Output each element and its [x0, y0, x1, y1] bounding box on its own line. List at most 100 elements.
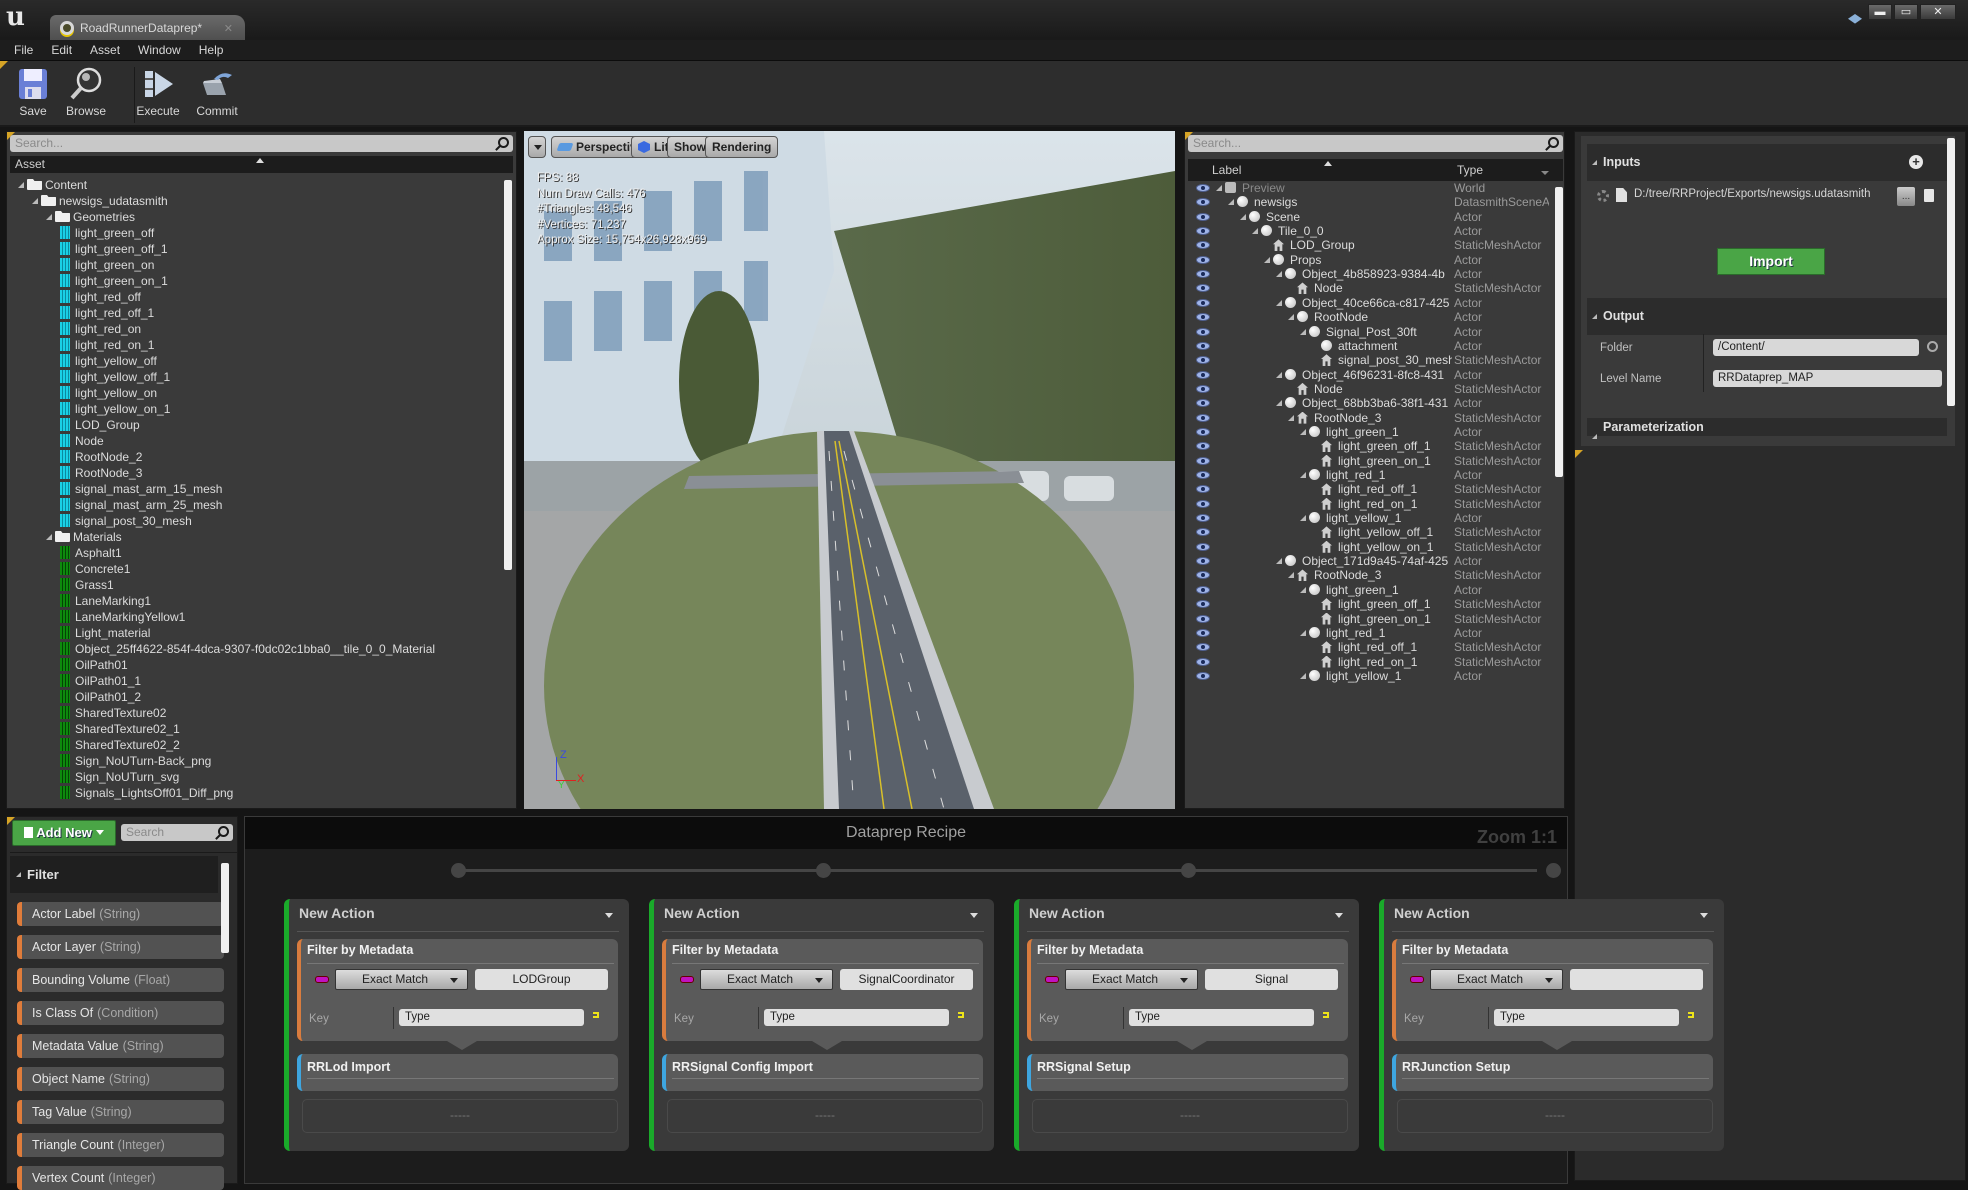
filter-library-item[interactable]: Actor Layer (String)	[17, 935, 224, 959]
match-value-input[interactable]: LODGroup	[475, 969, 608, 990]
asset-item[interactable]: Node	[60, 433, 104, 449]
output-section-header[interactable]: Output	[1587, 298, 1947, 335]
visibility-eye-icon[interactable]	[1196, 270, 1210, 279]
asset-item[interactable]: light_green_off_1	[60, 241, 168, 257]
expand-arrow-icon[interactable]	[1288, 314, 1294, 321]
outliner-row[interactable]: Object_4b858923-9384-4b Actor	[1188, 267, 1553, 281]
folder-item[interactable]: Content	[18, 177, 87, 193]
browse-file-button[interactable]: ...	[1897, 187, 1915, 206]
visibility-eye-icon[interactable]	[1196, 671, 1210, 680]
outliner-row[interactable]: light_red_1 Actor	[1188, 626, 1553, 640]
filter-library-item[interactable]: Metadata Value (String)	[17, 1034, 224, 1058]
outliner-row[interactable]: RootNode_3 StaticMeshActor	[1188, 411, 1553, 425]
visibility-eye-icon[interactable]	[1196, 628, 1210, 637]
visibility-eye-icon[interactable]	[1196, 657, 1210, 666]
visibility-eye-icon[interactable]	[1196, 399, 1210, 408]
expand-arrow-icon[interactable]	[1300, 672, 1306, 679]
visibility-eye-icon[interactable]	[1196, 198, 1210, 207]
import-button[interactable]: Import	[1717, 248, 1825, 275]
menu-help[interactable]: Help	[199, 43, 224, 57]
label-column[interactable]: Label	[1212, 159, 1241, 181]
outliner-row[interactable]: light_yellow_1 Actor	[1188, 669, 1553, 683]
visibility-eye-icon[interactable]	[1196, 370, 1210, 379]
match-value-input[interactable]	[1570, 969, 1703, 990]
menu-file[interactable]: File	[14, 43, 33, 57]
outliner-row[interactable]: Node StaticMeshActor	[1188, 281, 1553, 295]
column-options-icon[interactable]	[1541, 171, 1549, 175]
outliner-row[interactable]: RootNode Actor	[1188, 310, 1553, 324]
outliner-row[interactable]: light_red_on_1 StaticMeshActor	[1188, 655, 1553, 669]
asset-item[interactable]: SharedTexture02_2	[60, 737, 180, 753]
asset-item[interactable]: light_green_off	[60, 225, 154, 241]
outliner-scrollbar[interactable]	[1555, 187, 1563, 477]
drop-zone[interactable]: -----	[667, 1099, 983, 1133]
dataprep-recipe-graph[interactable]: Dataprep Recipe Zoom 1:1 New Action Filte…	[244, 816, 1724, 1184]
visibility-eye-icon[interactable]	[1196, 356, 1210, 365]
expand-arrow-icon[interactable]	[1300, 629, 1306, 636]
timeline-node[interactable]	[816, 863, 831, 878]
outliner-row[interactable]: Object_68bb3ba6-38f1-431 Actor	[1188, 396, 1553, 410]
save-button[interactable]: Save	[6, 67, 60, 118]
operation-block[interactable]: RRLod Import	[297, 1054, 618, 1091]
expand-arrow-icon[interactable]	[1240, 213, 1246, 220]
visibility-eye-icon[interactable]	[1196, 384, 1210, 393]
visibility-eye-icon[interactable]	[1196, 284, 1210, 293]
asset-item[interactable]: RootNode_3	[60, 465, 142, 481]
asset-item[interactable]: SharedTexture02_1	[60, 721, 180, 737]
match-type-dropdown[interactable]: Exact Match	[1065, 969, 1198, 990]
visibility-eye-icon[interactable]	[1196, 528, 1210, 537]
expand-arrow-icon[interactable]	[1228, 199, 1234, 206]
maximize-button[interactable]: ▭	[1894, 4, 1918, 20]
asset-item[interactable]: light_yellow_on	[60, 385, 157, 401]
outliner-row[interactable]: RootNode_3 StaticMeshActor	[1188, 568, 1553, 582]
drop-zone[interactable]: -----	[302, 1099, 618, 1133]
asset-item[interactable]: OilPath01	[60, 657, 128, 673]
asset-item[interactable]: light_red_off	[60, 289, 141, 305]
visibility-eye-icon[interactable]	[1196, 442, 1210, 451]
menu-asset[interactable]: Asset	[90, 43, 120, 57]
filter-library-item[interactable]: Tag Value (String)	[17, 1100, 224, 1124]
assets-search-input[interactable]: Search...	[10, 135, 513, 152]
outliner-row[interactable]: Scene Actor	[1188, 210, 1553, 224]
menu-edit[interactable]: Edit	[51, 43, 72, 57]
visibility-eye-icon[interactable]	[1196, 341, 1210, 350]
folder-item[interactable]: Geometries	[46, 209, 135, 225]
expand-arrow-icon[interactable]	[1300, 515, 1306, 522]
outliner-row[interactable]: light_green_off_1 StaticMeshActor	[1188, 597, 1553, 611]
expand-arrow-icon[interactable]	[1288, 572, 1294, 579]
execute-button[interactable]: Execute	[131, 67, 185, 118]
type-column[interactable]: Type	[1457, 159, 1483, 181]
filter-category-header[interactable]: Filter	[10, 856, 218, 893]
outliner-row[interactable]: Object_46f96231-8fc8-431 Actor	[1188, 368, 1553, 382]
menu-window[interactable]: Window	[138, 43, 181, 57]
level-name-input[interactable]: RRDataprep_MAP	[1713, 370, 1942, 387]
expand-arrow-icon[interactable]	[1300, 586, 1306, 593]
visibility-eye-icon[interactable]	[1196, 227, 1210, 236]
key-input[interactable]: Type	[764, 1009, 949, 1026]
asset-item[interactable]: Sign_NoUTurn_svg	[60, 769, 179, 785]
visibility-eye-icon[interactable]	[1196, 643, 1210, 652]
outliner-row[interactable]: light_green_on_1 StaticMeshActor	[1188, 454, 1553, 468]
outliner-row[interactable]: light_yellow_off_1 StaticMeshActor	[1188, 525, 1553, 539]
visibility-eye-icon[interactable]	[1196, 571, 1210, 580]
folder-item[interactable]: newsigs_udatasmith	[32, 193, 168, 209]
commit-button[interactable]: Commit	[190, 67, 244, 118]
visibility-eye-icon[interactable]	[1196, 298, 1210, 307]
outliner-row[interactable]: light_green_off_1 StaticMeshActor	[1188, 439, 1553, 453]
asset-item[interactable]: OilPath01_1	[60, 673, 141, 689]
filter-block[interactable]: Filter by Metadata Exact Match LODGroup Key…	[297, 939, 618, 1041]
visibility-eye-icon[interactable]	[1196, 456, 1210, 465]
visibility-eye-icon[interactable]	[1196, 514, 1210, 523]
filter-library-item[interactable]: Bounding Volume (Float)	[17, 968, 224, 992]
reset-to-default-icon[interactable]	[1688, 1012, 1694, 1018]
key-input[interactable]: Type	[1129, 1009, 1314, 1026]
outliner-row[interactable]: Tile_0_0 Actor	[1188, 224, 1553, 238]
expand-arrow-icon[interactable]	[1252, 228, 1258, 235]
outliner-row[interactable]: light_red_off_1 StaticMeshActor	[1188, 640, 1553, 654]
expand-arrow-icon[interactable]	[1300, 328, 1306, 335]
visibility-eye-icon[interactable]	[1196, 241, 1210, 250]
assets-column-header[interactable]: Asset	[10, 156, 513, 173]
outliner-row[interactable]: Object_40ce66ca-c817-425 Actor	[1188, 296, 1553, 310]
reset-to-default-icon[interactable]	[958, 1012, 964, 1018]
expand-arrow-icon[interactable]	[1276, 271, 1282, 278]
